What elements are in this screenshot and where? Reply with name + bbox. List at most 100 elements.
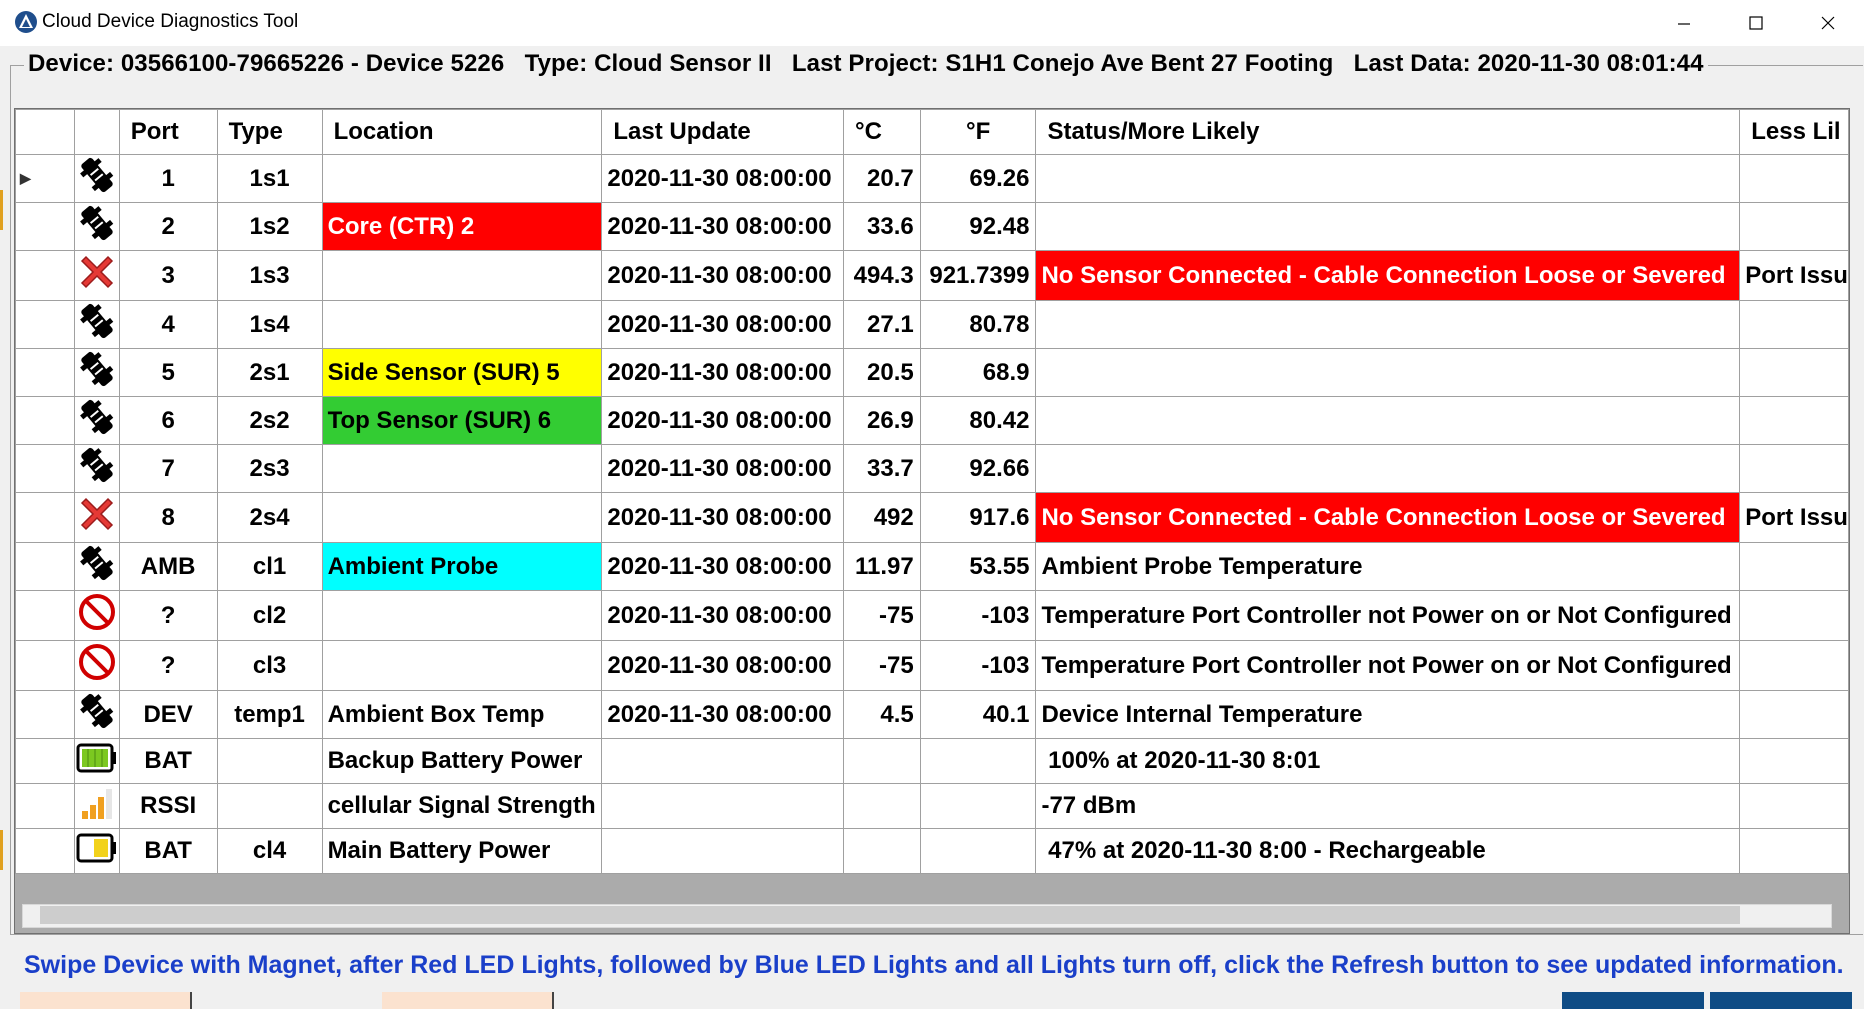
table-row[interactable]: ▶ 1 1s1 2020-11-30 08:00:00 20.7 69.26 bbox=[15, 154, 1849, 203]
cell-celsius[interactable]: 11.97 bbox=[843, 542, 921, 591]
cell-last-update[interactable]: 2020-11-30 08:00:00 bbox=[601, 444, 845, 493]
cell-type[interactable]: temp1 bbox=[216, 690, 323, 739]
table-row[interactable]: DEV temp1 Ambient Box Temp 2020-11-30 08:00… bbox=[15, 690, 1849, 739]
row-status-icon[interactable] bbox=[73, 154, 120, 203]
col-header-type[interactable]: Type bbox=[216, 109, 323, 155]
cell-status[interactable] bbox=[1035, 396, 1741, 445]
cell-location[interactable]: Ambient Box Temp bbox=[321, 690, 603, 739]
cell-status[interactable]: Temperature Port Controller not Power on… bbox=[1035, 590, 1741, 641]
table-row[interactable]: BAT Backup Battery Power 100% at 2020-11-… bbox=[15, 738, 1849, 784]
cell-port[interactable]: 4 bbox=[118, 300, 218, 349]
col-header-status[interactable]: Status/More Likely bbox=[1035, 109, 1741, 155]
cell-celsius[interactable]: 4.5 bbox=[843, 690, 921, 739]
cell-celsius[interactable] bbox=[843, 828, 921, 874]
row-status-icon[interactable] bbox=[73, 590, 120, 641]
row-status-icon[interactable] bbox=[73, 492, 120, 543]
row-status-icon[interactable] bbox=[73, 250, 120, 301]
row-selector[interactable] bbox=[15, 348, 75, 397]
cell-location[interactable] bbox=[321, 444, 603, 493]
row-status-icon[interactable] bbox=[73, 396, 120, 445]
table-row[interactable]: 8 2s4 2020-11-30 08:00:00 492 917.6 No Sensor… bbox=[15, 492, 1849, 543]
bottom-button-2[interactable] bbox=[382, 992, 554, 1009]
cell-status[interactable]: No Sensor Connected - Cable Connection L… bbox=[1035, 250, 1741, 301]
col-header-celsius[interactable]: °C bbox=[843, 109, 921, 155]
cell-last-update[interactable]: 2020-11-30 08:00:00 bbox=[601, 690, 845, 739]
table-row[interactable]: BAT cl4 Main Battery Power 47% at 2020-11-… bbox=[15, 828, 1849, 874]
cell-status[interactable] bbox=[1035, 202, 1741, 251]
cell-fahrenheit[interactable] bbox=[919, 828, 1037, 874]
cell-fahrenheit[interactable]: 80.78 bbox=[919, 300, 1037, 349]
minimize-button[interactable] bbox=[1650, 0, 1718, 46]
row-status-icon[interactable] bbox=[73, 640, 120, 691]
cell-last-update[interactable] bbox=[601, 783, 845, 829]
cell-fahrenheit[interactable]: -103 bbox=[919, 640, 1037, 691]
cell-status[interactable]: -77 dBm bbox=[1035, 783, 1741, 829]
cell-type[interactable]: 2s4 bbox=[216, 492, 323, 543]
close-button[interactable] bbox=[1794, 0, 1862, 46]
cell-port[interactable]: 1 bbox=[118, 154, 218, 203]
cell-last-update[interactable]: 2020-11-30 08:00:00 bbox=[601, 154, 845, 203]
cell-location[interactable] bbox=[321, 492, 603, 543]
cell-fahrenheit[interactable] bbox=[919, 783, 1037, 829]
row-selector[interactable] bbox=[15, 640, 75, 691]
row-status-icon[interactable] bbox=[73, 828, 120, 874]
cell-celsius[interactable]: -75 bbox=[843, 590, 921, 641]
cell-last-update[interactable]: 2020-11-30 08:00:00 bbox=[601, 640, 845, 691]
cell-type[interactable]: 1s3 bbox=[216, 250, 323, 301]
col-header-last-update[interactable]: Last Update bbox=[601, 109, 845, 155]
cell-location[interactable] bbox=[321, 640, 603, 691]
row-selector[interactable] bbox=[15, 250, 75, 301]
col-header-port[interactable]: Port bbox=[118, 109, 218, 155]
cell-fahrenheit[interactable]: 53.55 bbox=[919, 542, 1037, 591]
table-row[interactable]: 2 1s2 Core (CTR) 2 2020-11-30 08:00:00 33.6 9… bbox=[15, 202, 1849, 251]
cell-last-update[interactable]: 2020-11-30 08:00:00 bbox=[601, 300, 845, 349]
col-header-icon[interactable] bbox=[73, 109, 120, 155]
cell-location[interactable]: Side Sensor (SUR) 5 bbox=[321, 348, 603, 397]
cell-fahrenheit[interactable]: 68.9 bbox=[919, 348, 1037, 397]
cell-port[interactable]: 5 bbox=[118, 348, 218, 397]
cell-celsius[interactable]: 492 bbox=[843, 492, 921, 543]
table-row[interactable]: 4 1s4 2020-11-30 08:00:00 27.1 80.78 bbox=[15, 300, 1849, 349]
table-row[interactable]: ? cl2 2020-11-30 08:00:00 -75 -103 Temperatur… bbox=[15, 590, 1849, 641]
cell-port[interactable]: ? bbox=[118, 640, 218, 691]
cell-port[interactable]: 2 bbox=[118, 202, 218, 251]
cell-less-likely[interactable] bbox=[1739, 690, 1849, 739]
cell-location[interactable]: Main Battery Power bbox=[321, 828, 603, 874]
cell-location[interactable] bbox=[321, 300, 603, 349]
cell-last-update[interactable]: 2020-11-30 08:00:00 bbox=[601, 250, 845, 301]
cell-location[interactable] bbox=[321, 590, 603, 641]
cell-less-likely[interactable] bbox=[1739, 444, 1849, 493]
cell-type[interactable]: cl3 bbox=[216, 640, 323, 691]
cell-fahrenheit[interactable]: 92.48 bbox=[919, 202, 1037, 251]
cell-location[interactable]: Core (CTR) 2 bbox=[321, 202, 603, 251]
col-header-fahrenheit[interactable]: °F bbox=[919, 109, 1037, 155]
diagnostics-grid[interactable]: Port Type Location Last Update °C °F Sta… bbox=[14, 108, 1850, 934]
cell-port[interactable]: BAT bbox=[118, 738, 218, 784]
row-selector[interactable] bbox=[15, 492, 75, 543]
cell-status[interactable]: 100% at 2020-11-30 8:01 bbox=[1035, 738, 1741, 784]
cell-fahrenheit[interactable]: -103 bbox=[919, 590, 1037, 641]
cell-type[interactable]: 1s2 bbox=[216, 202, 323, 251]
cell-location[interactable] bbox=[321, 154, 603, 203]
col-header-less-likely[interactable]: Less Lil bbox=[1739, 109, 1849, 155]
cell-last-update[interactable]: 2020-11-30 08:00:00 bbox=[601, 492, 845, 543]
cell-status[interactable]: No Sensor Connected - Cable Connection L… bbox=[1035, 492, 1741, 543]
cell-port[interactable]: RSSI bbox=[118, 783, 218, 829]
cell-port[interactable]: 3 bbox=[118, 250, 218, 301]
cell-location[interactable]: Backup Battery Power bbox=[321, 738, 603, 784]
cell-last-update[interactable]: 2020-11-30 08:00:00 bbox=[601, 396, 845, 445]
cell-less-likely[interactable] bbox=[1739, 590, 1849, 641]
table-row[interactable]: 6 2s2 Top Sensor (SUR) 6 2020-11-30 08:00:0… bbox=[15, 396, 1849, 445]
cell-last-update[interactable]: 2020-11-30 08:00:00 bbox=[601, 202, 845, 251]
cell-last-update[interactable]: 2020-11-30 08:00:00 bbox=[601, 590, 845, 641]
row-selector[interactable] bbox=[15, 444, 75, 493]
cell-type[interactable]: cl2 bbox=[216, 590, 323, 641]
table-row[interactable]: AMB cl1 Ambient Probe 2020-11-30 08:00:00 11… bbox=[15, 542, 1849, 591]
col-header-selector[interactable] bbox=[15, 109, 75, 155]
cell-less-likely[interactable] bbox=[1739, 783, 1849, 829]
cell-location[interactable]: cellular Signal Strength bbox=[321, 783, 603, 829]
cell-type[interactable] bbox=[216, 738, 323, 784]
cell-status[interactable] bbox=[1035, 300, 1741, 349]
cell-fahrenheit[interactable]: 917.6 bbox=[919, 492, 1037, 543]
cell-type[interactable]: 1s1 bbox=[216, 154, 323, 203]
